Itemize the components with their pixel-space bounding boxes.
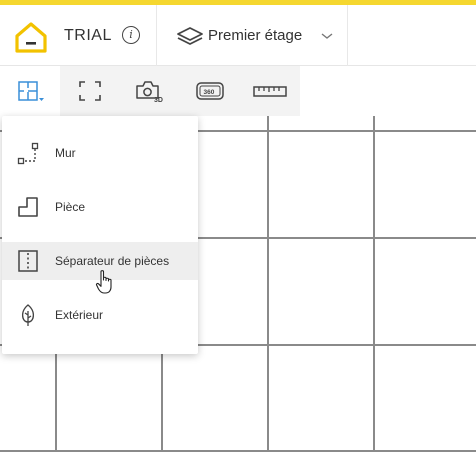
room-separator-icon	[18, 250, 38, 272]
view-360-icon: 360	[196, 82, 224, 100]
grid-line	[373, 116, 375, 452]
divider	[156, 5, 157, 66]
floorplan-icon	[18, 81, 44, 101]
menu-item-wall[interactable]: Mur	[2, 134, 198, 172]
fullscreen-button[interactable]	[60, 66, 120, 116]
hand-cursor-icon	[95, 270, 112, 294]
chevron-down-icon[interactable]	[320, 31, 334, 41]
menu-item-label: Extérieur	[55, 308, 104, 322]
fullscreen-icon	[79, 81, 101, 101]
floor-selector[interactable]: Premier étage	[208, 27, 302, 44]
room-icon	[18, 197, 38, 217]
ruler-icon	[253, 86, 287, 97]
toolbar: 3D 360	[0, 66, 300, 116]
layers-icon[interactable]	[176, 26, 204, 46]
menu-item-label: Pièce	[55, 200, 86, 214]
camera-3d-button[interactable]: 3D	[120, 66, 180, 116]
menu-item-label: Séparateur de pièces	[55, 254, 170, 268]
camera-3d-icon: 3D	[136, 81, 163, 103]
wall-icon	[17, 142, 39, 165]
top-bar: TRIAL i Premier étage	[0, 5, 476, 66]
menu-item-exterior[interactable]: Extérieur	[2, 296, 198, 334]
grid-line	[267, 116, 269, 452]
view-360-badge: 360	[204, 89, 215, 96]
menu-item-label: Mur	[55, 146, 76, 160]
build-tool-button[interactable]	[0, 66, 60, 116]
home-logo-icon[interactable]	[14, 20, 48, 54]
camera-3d-badge: 3D	[154, 97, 163, 103]
tree-icon	[21, 304, 35, 326]
project-name[interactable]: TRIAL	[64, 27, 112, 45]
measure-button[interactable]	[240, 66, 300, 116]
build-dropdown-menu: Mur Pièce Séparateur de pièces Extérieur	[2, 116, 198, 354]
info-icon[interactable]: i	[122, 26, 140, 44]
view-360-button[interactable]: 360	[180, 66, 240, 116]
menu-item-room[interactable]: Pièce	[2, 188, 198, 226]
divider	[347, 5, 348, 66]
